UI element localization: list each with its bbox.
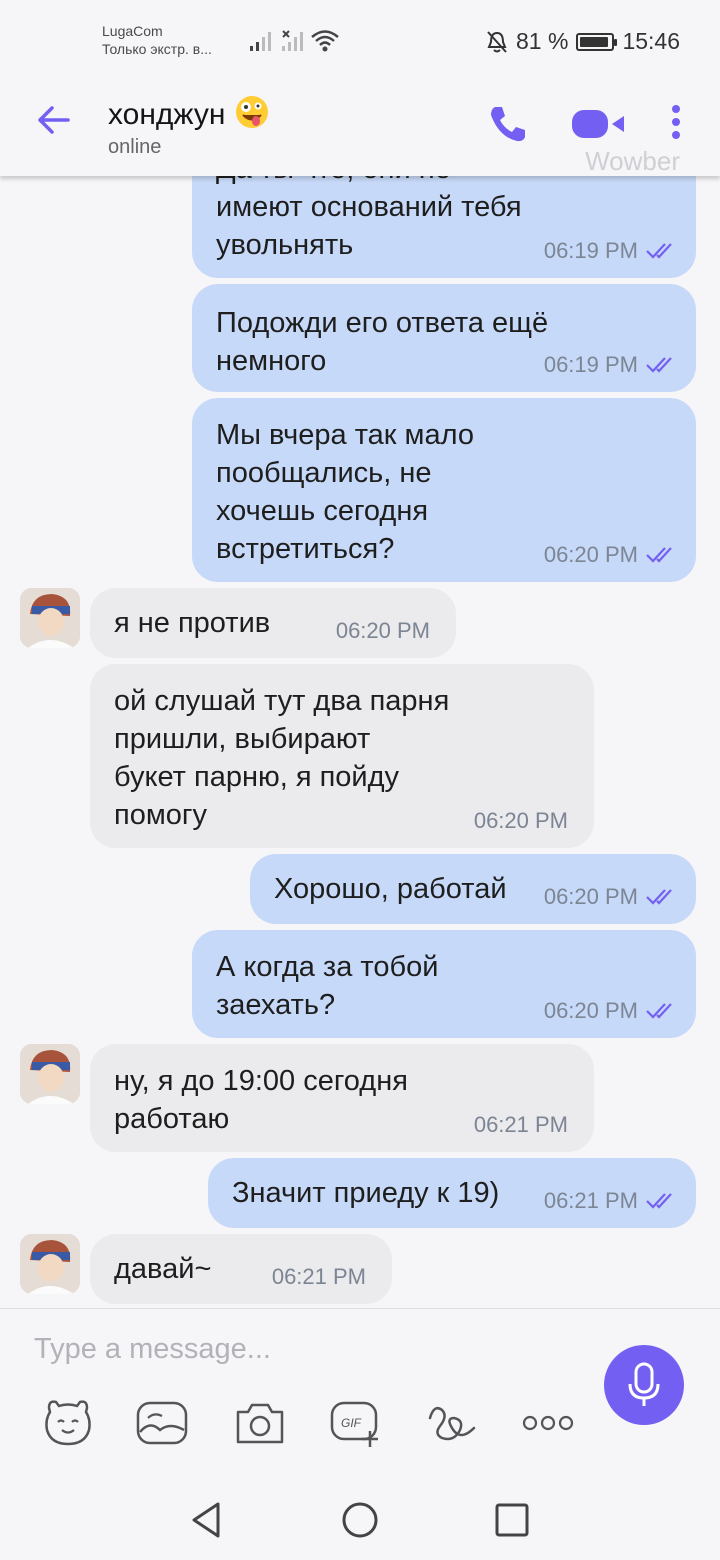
sticker-button[interactable] xyxy=(40,1395,96,1451)
carrier-name: LugaCom xyxy=(102,23,163,39)
watermark: Wowber xyxy=(585,146,680,176)
phone-call-icon[interactable] xyxy=(486,102,530,146)
contact-name[interactable]: хонджун xyxy=(108,94,270,132)
status-bar: LugaCom Только экстр. в... 81 % 15:46 xyxy=(0,0,720,70)
camera-icon xyxy=(236,1403,284,1444)
message-time: 06:20 PM xyxy=(543,884,638,909)
message-time: 06:21 PM xyxy=(271,1264,366,1289)
message-time: 06:20 PM xyxy=(473,808,568,833)
signal-nosim-icon xyxy=(282,30,303,51)
read-ticks-icon xyxy=(646,1193,672,1209)
mute-bell-icon xyxy=(487,30,507,53)
carrier-sub: Только экстр. в... xyxy=(102,41,212,57)
nav-recents-icon[interactable] xyxy=(494,1500,530,1540)
more-menu-icon[interactable] xyxy=(666,104,686,144)
message-meta: 06:21 PM xyxy=(544,1188,678,1214)
zany-face-icon xyxy=(235,96,268,128)
message-bubble-incoming[interactable]: ой слушай тут два парня пришли, выбирают… xyxy=(90,664,594,848)
contact-avatar[interactable] xyxy=(20,1044,80,1104)
message-meta: 06:20 PM xyxy=(336,618,430,644)
message-meta: 06:20 PM xyxy=(544,884,678,910)
gif-button[interactable]: GIF xyxy=(328,1395,384,1451)
message-time: 06:19 PM xyxy=(543,238,638,263)
message-bubble-incoming[interactable]: я не против 06:20 PM xyxy=(90,588,456,658)
gallery-image-icon xyxy=(136,1401,188,1445)
read-ticks-icon xyxy=(646,357,672,373)
message-bubble-outgoing[interactable]: Подожди его ответа ещё немного 06:19 PM xyxy=(192,284,696,392)
nav-back-icon[interactable] xyxy=(188,1500,224,1540)
message-time: 06:20 PM xyxy=(335,618,430,643)
message-time: 06:21 PM xyxy=(543,1188,638,1213)
contact-avatar[interactable] xyxy=(20,1234,80,1294)
doodle-button[interactable] xyxy=(424,1395,480,1451)
message-bubble-incoming[interactable]: ну, я до 19:00 сегодня работаю 06:21 PM xyxy=(90,1044,594,1152)
message-bubble-outgoing[interactable]: Хорошо, работай 06:20 PM xyxy=(250,854,696,924)
clock: 15:46 xyxy=(622,28,680,54)
message-bubble-outgoing[interactable]: Да ты что, они не имеют оснований тебя у… xyxy=(192,176,696,278)
more-options-button[interactable] xyxy=(520,1395,576,1451)
voice-message-button[interactable] xyxy=(604,1345,684,1425)
message-meta: 06:20 PM xyxy=(474,808,568,834)
message-meta: 06:21 PM xyxy=(474,1112,568,1138)
video-call-icon[interactable] xyxy=(570,106,628,142)
read-ticks-icon xyxy=(646,243,672,259)
message-time: 06:20 PM xyxy=(543,998,638,1023)
message-bubble-outgoing[interactable]: Мы вчера так мало пообщались, не хочешь … xyxy=(192,398,696,582)
read-ticks-icon xyxy=(646,1003,672,1019)
message-meta: 06:19 PM xyxy=(544,238,678,264)
svg-text:GIF: GIF xyxy=(341,1416,362,1430)
more-dots-icon xyxy=(522,1415,574,1431)
gallery-button[interactable] xyxy=(134,1395,190,1451)
wifi-icon xyxy=(311,30,339,52)
message-input[interactable] xyxy=(34,1327,574,1371)
message-time: 06:21 PM xyxy=(473,1112,568,1137)
read-ticks-icon xyxy=(646,547,672,563)
message-meta: 06:20 PM xyxy=(544,998,678,1024)
signal-icon xyxy=(250,32,271,51)
message-meta: 06:21 PM xyxy=(272,1264,366,1290)
camera-button[interactable] xyxy=(232,1395,288,1451)
carrier-info: LugaCom Только экстр. в... xyxy=(102,22,212,58)
read-ticks-icon xyxy=(646,889,672,905)
message-bubble-outgoing[interactable]: А когда за тобой заехать? 06:20 PM xyxy=(192,930,696,1038)
contact-name-text: хонджун xyxy=(108,98,226,131)
avatar-photo xyxy=(20,588,80,648)
avatar-photo xyxy=(20,1234,80,1294)
contact-avatar[interactable] xyxy=(20,588,80,648)
composer: GIF xyxy=(0,1308,720,1478)
avatar-photo xyxy=(20,1044,80,1104)
gif-icon: GIF xyxy=(330,1401,378,1447)
sticker-bear-icon xyxy=(45,1400,91,1446)
battery-percent: 81 % xyxy=(516,28,569,54)
message-bubble-outgoing[interactable]: Значит приеду к 19) 06:21 PM xyxy=(208,1158,696,1228)
microphone-icon xyxy=(628,1362,660,1406)
message-time: 06:19 PM xyxy=(543,352,638,377)
message-meta: 06:19 PM xyxy=(544,352,678,378)
doodle-icon xyxy=(428,1407,476,1441)
back-arrow-icon[interactable] xyxy=(34,100,74,140)
contact-status: online xyxy=(108,136,162,158)
message-time: 06:20 PM xyxy=(543,542,638,567)
message-bubble-incoming[interactable]: давай~ 06:21 PM xyxy=(90,1234,392,1304)
nav-home-icon[interactable] xyxy=(340,1500,380,1540)
message-meta: 06:20 PM xyxy=(544,542,678,568)
message-list[interactable]: Да ты что, они не имеют оснований тебя у… xyxy=(0,176,720,1308)
chat-header: хонджун online Wowber xyxy=(0,70,720,176)
battery-icon xyxy=(576,32,618,51)
system-nav-bar xyxy=(0,1478,720,1560)
